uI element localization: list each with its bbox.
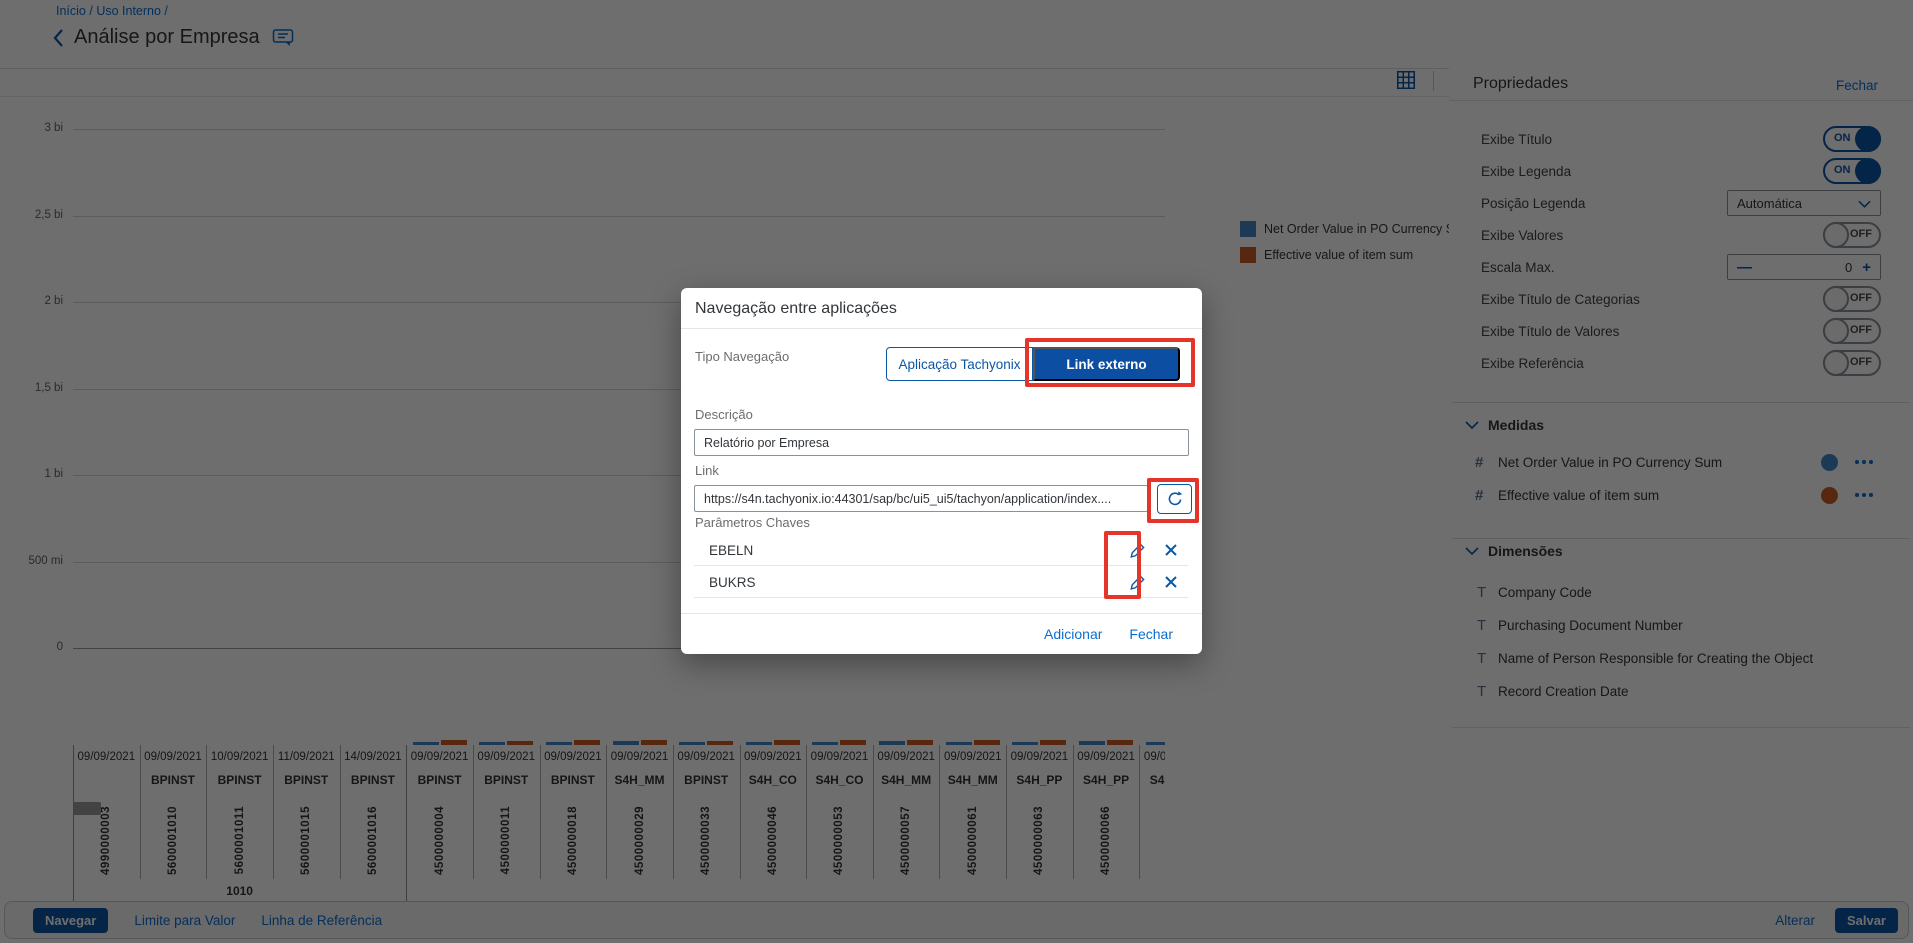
dialog-footer: Adicionar Fechar: [681, 613, 1202, 654]
highlight-box-link-externo: [1025, 338, 1195, 387]
aplicacao-tachyonix-segment[interactable]: Aplicação Tachyonix: [886, 347, 1033, 381]
params-label: Parâmetros Chaves: [695, 515, 810, 530]
dialog-header-divider: [681, 328, 1202, 329]
adicionar-link[interactable]: Adicionar: [1044, 626, 1102, 642]
link-input[interactable]: [694, 485, 1148, 512]
param-name: EBELN: [709, 543, 1120, 558]
link-label: Link: [695, 463, 719, 478]
descricao-label: Descrição: [695, 407, 753, 422]
descricao-input[interactable]: [694, 429, 1189, 456]
nav-type-label: Tipo Navegação: [695, 349, 789, 364]
highlight-box-refresh: [1147, 478, 1199, 523]
dialog-title: Navegação entre aplicações: [695, 300, 897, 318]
delete-x-icon[interactable]: [1154, 575, 1188, 589]
highlight-box-edit-icons: [1104, 531, 1141, 599]
param-name: BUKRS: [709, 575, 1120, 590]
delete-x-icon[interactable]: [1154, 543, 1188, 557]
fechar-link[interactable]: Fechar: [1129, 626, 1173, 642]
